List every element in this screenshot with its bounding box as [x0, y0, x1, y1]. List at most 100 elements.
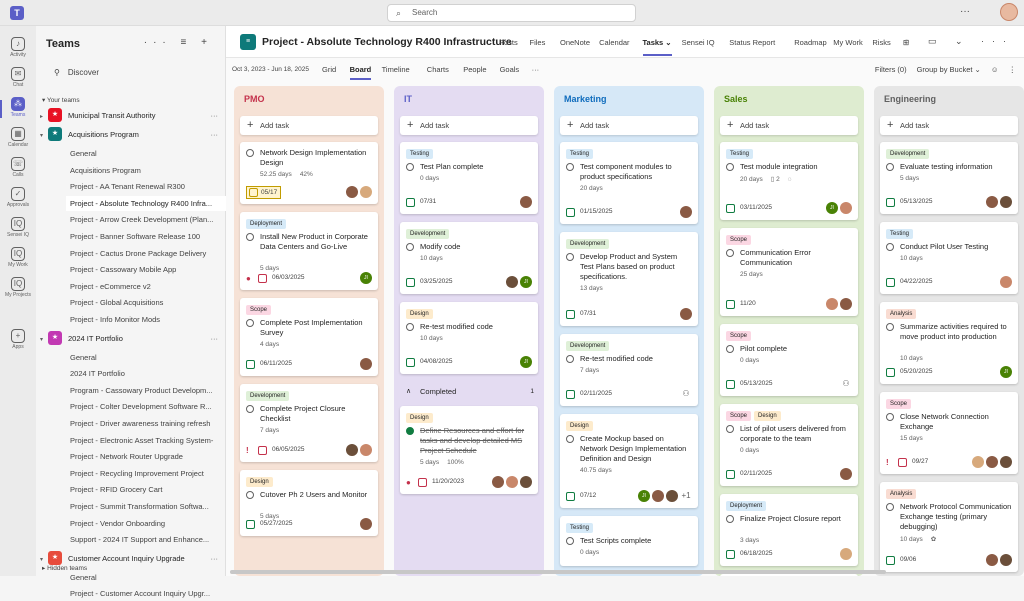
- task-title[interactable]: Network Design Implementation Design: [260, 148, 372, 168]
- rail-teams[interactable]: ⁂ Teams: [0, 94, 36, 124]
- assignee-avatar[interactable]: [492, 476, 504, 488]
- complete-checkbox[interactable]: [886, 323, 894, 331]
- view-goals[interactable]: Goals: [500, 65, 520, 74]
- channel-item[interactable]: Acquisitions Program: [70, 163, 250, 178]
- add-task-button[interactable]: Add task: [400, 116, 538, 135]
- complete-checkbox[interactable]: [246, 319, 254, 327]
- rail-chat[interactable]: ✉ Chat: [0, 64, 36, 94]
- channel-item[interactable]: Project - Global Acquisitions: [70, 295, 250, 310]
- due-date[interactable]: 03/25/2025: [420, 278, 453, 285]
- add-task-button[interactable]: Add task: [560, 116, 698, 135]
- view-timeline[interactable]: Timeline: [382, 65, 410, 74]
- channel-item[interactable]: Project - Colter Development Software R.…: [70, 399, 250, 414]
- assignee-avatar[interactable]: JI: [826, 202, 838, 214]
- complete-checkbox[interactable]: [406, 163, 414, 171]
- assignee-avatar[interactable]: [840, 202, 852, 214]
- assignee-avatar[interactable]: [1000, 554, 1012, 566]
- task-title[interactable]: Summarize activities required to move pr…: [900, 322, 1012, 342]
- due-date[interactable]: 07/31: [580, 310, 596, 317]
- assignee-avatar[interactable]: [840, 468, 852, 480]
- rail-my-work[interactable]: IQ My Work: [0, 244, 36, 274]
- task-title[interactable]: Test Scripts complete: [580, 536, 692, 546]
- assignee-avatar[interactable]: [346, 186, 358, 198]
- due-date[interactable]: 01/15/2025: [580, 208, 613, 215]
- complete-checkbox[interactable]: [886, 413, 894, 421]
- assignee-avatar[interactable]: [1000, 196, 1012, 208]
- assignee-avatar[interactable]: [1000, 456, 1012, 468]
- complete-checkbox[interactable]: [886, 503, 894, 511]
- complete-checkbox[interactable]: [406, 243, 414, 251]
- more-icon[interactable]: ⋮: [1009, 65, 1017, 74]
- your-teams-header[interactable]: ▾ Your teams: [42, 96, 80, 104]
- task-title[interactable]: Communication Error Communication: [740, 248, 852, 268]
- channel-item[interactable]: Project - Customer Account Inquiry Upgr.…: [70, 586, 250, 601]
- due-date[interactable]: 03/11/2025: [740, 204, 772, 211]
- due-date[interactable]: 05/27/2025: [260, 520, 293, 527]
- task-card[interactable]: Scope Communication Error Communication 25…: [720, 228, 858, 316]
- due-date[interactable]: 06/03/2025: [272, 274, 305, 281]
- rail-approvals[interactable]: ✓ Approvals: [0, 184, 36, 214]
- due-date[interactable]: 09/06: [900, 556, 916, 563]
- more-options-button[interactable]: ···: [960, 6, 970, 17]
- task-card[interactable]: Deployment Install New Product in Corpora…: [240, 212, 378, 290]
- task-title[interactable]: Conduct Pilot User Testing: [900, 242, 1012, 252]
- tab-tasks-[interactable]: Tasks ⌄: [642, 38, 672, 56]
- complete-checkbox[interactable]: [566, 253, 574, 261]
- complete-checkbox[interactable]: [886, 243, 894, 251]
- due-date[interactable]: 11/20: [740, 300, 756, 307]
- bucket-name[interactable]: Marketing: [564, 94, 607, 104]
- task-card[interactable]: Development Develop Product and System Te…: [560, 232, 698, 326]
- task-card[interactable]: Design Re-test modified code 10 days 04/08/…: [400, 302, 538, 374]
- task-title[interactable]: Test Plan complete: [420, 162, 532, 172]
- channel-item[interactable]: Project - eCommerce v2: [70, 279, 250, 294]
- task-card[interactable]: Development Evaluate testing information 5…: [880, 142, 1018, 214]
- channel-item[interactable]: General: [70, 146, 250, 161]
- task-card[interactable]: Development Modify code 10 days 03/25/2025 J…: [400, 222, 538, 294]
- team-more-icon[interactable]: ···: [211, 551, 219, 566]
- view-charts[interactable]: Charts: [427, 65, 449, 74]
- tab-risks[interactable]: Risks: [872, 38, 890, 47]
- task-card[interactable]: Testing Test Scripts complete 0 days: [560, 516, 698, 566]
- completed-section[interactable]: ∧ Completed 1: [400, 382, 538, 402]
- tab-posts[interactable]: Posts: [499, 38, 518, 47]
- complete-checkbox[interactable]: [406, 323, 414, 331]
- due-date[interactable]: 04/22/2025: [900, 278, 933, 285]
- task-title[interactable]: Modify code: [420, 242, 532, 252]
- channel-item[interactable]: General: [70, 570, 250, 585]
- team-item[interactable]: ▾ ★ 2024 IT Portfolio ···: [40, 330, 222, 346]
- assignee-avatar[interactable]: [506, 476, 518, 488]
- complete-checkbox[interactable]: [886, 163, 894, 171]
- complete-checkbox[interactable]: [406, 427, 414, 435]
- task-title[interactable]: Evaluate testing information: [900, 162, 1012, 172]
- view-people[interactable]: People: [463, 65, 486, 74]
- task-card[interactable]: Testing Conduct Pilot User Testing 10 days…: [880, 222, 1018, 294]
- task-title[interactable]: Finalize Project Closure report: [740, 514, 852, 524]
- due-date[interactable]: 07/31: [420, 198, 436, 205]
- channel-item[interactable]: Project - AA Tenant Renewal R300: [70, 179, 250, 194]
- assignee-avatar[interactable]: [666, 490, 678, 502]
- task-card[interactable]: Scope Close Network Connection Exchange 15…: [880, 392, 1018, 474]
- channel-item[interactable]: Project - Recycling Improvement Project: [70, 466, 250, 481]
- task-card[interactable]: Development Complete Project Closure Chec…: [240, 384, 378, 462]
- task-title[interactable]: Define Resources and effort for tasks an…: [420, 426, 532, 456]
- rail-calendar[interactable]: ▦ Calendar: [0, 124, 36, 154]
- complete-checkbox[interactable]: [566, 355, 574, 363]
- due-date[interactable]: 05/13/2025: [900, 198, 933, 205]
- complete-checkbox[interactable]: [726, 345, 734, 353]
- tab-my-work[interactable]: My Work: [833, 38, 862, 47]
- task-title[interactable]: Create Mockup based on Network Design Im…: [580, 434, 692, 464]
- assignee-avatar[interactable]: [986, 456, 998, 468]
- due-date[interactable]: 06/11/2025: [260, 360, 292, 367]
- task-card[interactable]: Testing Test component modules to product…: [560, 142, 698, 224]
- channel-item[interactable]: Support - 2024 IT Support and Enhance...: [70, 532, 250, 547]
- channel-item[interactable]: Project - Vendor Onboarding: [70, 516, 250, 531]
- assignee-avatar[interactable]: [652, 490, 664, 502]
- channel-item[interactable]: 2024 IT Portfolio: [70, 366, 250, 381]
- view-board[interactable]: Board: [349, 65, 371, 80]
- discover-link[interactable]: ⚲ Discover: [54, 68, 107, 77]
- task-card[interactable]: Design Cutover Ph 2 Users and Monitor 5 da…: [240, 470, 378, 536]
- due-date[interactable]: 07/12: [580, 492, 596, 499]
- add-task-button[interactable]: Add task: [880, 116, 1018, 135]
- task-title[interactable]: Network Protocol Communication Exchange …: [900, 502, 1012, 532]
- rail-apps[interactable]: + Apps: [0, 326, 36, 356]
